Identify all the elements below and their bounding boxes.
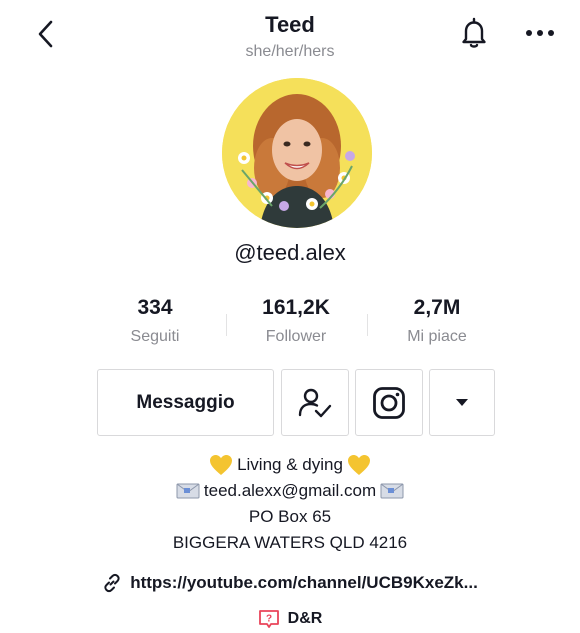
stat-divider (226, 314, 227, 336)
suggested-accounts-button[interactable] (429, 369, 495, 436)
profile-stats: 334 Seguiti 161,2K Follower 2,7M Mi piac… (0, 296, 580, 356)
instagram-button[interactable] (355, 369, 423, 436)
yellow-heart-icon (347, 455, 370, 475)
bio-address-line: BIGGERA WATERS QLD 4216 (172, 533, 408, 552)
message-button[interactable]: Messaggio (97, 369, 274, 436)
qna-label: D&R (287, 610, 323, 627)
bio-email[interactable]: teed.alexx@gmail.com (204, 478, 376, 504)
svg-text:?: ? (266, 614, 272, 625)
stat-following-count: 334 (137, 296, 173, 319)
profile-pronouns: she/her/hers (245, 43, 335, 60)
stat-likes-label: Mi piace (407, 328, 467, 345)
envelope-icon (176, 483, 200, 499)
qna-button[interactable]: ? D&R (0, 609, 580, 629)
instagram-icon (373, 386, 405, 419)
stat-followers[interactable]: 161,2K Follower (231, 296, 361, 346)
stat-followers-label: Follower (265, 328, 327, 345)
user-check-icon (298, 388, 332, 417)
envelope-icon (380, 483, 404, 499)
stat-followers-count: 161,2K (262, 296, 330, 319)
more-options-button[interactable] (520, 18, 560, 48)
profile-link[interactable]: https://youtube.com/channel/UCB9KxeZk... (0, 573, 580, 593)
stat-likes-count: 2,7M (413, 296, 461, 319)
bell-icon (462, 17, 486, 48)
question-box-icon: ? (258, 610, 279, 628)
profile-title: Teed (265, 12, 315, 37)
profile-link-text: https://youtube.com/channel/UCB9KxeZk... (130, 573, 478, 592)
following-status-button[interactable] (281, 369, 349, 436)
bio-line: teed.alexx@gmail.com (0, 478, 580, 504)
stat-following-label: Seguiti (130, 328, 180, 345)
avatar[interactable] (222, 78, 372, 228)
stat-following[interactable]: 334 Seguiti (90, 296, 220, 346)
caret-down-icon (456, 399, 468, 406)
stat-likes[interactable]: 2,7M Mi piace (372, 296, 502, 346)
more-horizontal-icon (526, 30, 554, 36)
top-bar: Teed she/her/hers (0, 0, 580, 70)
avatar-image (222, 78, 372, 228)
bio-line: Living & dying (0, 452, 580, 478)
bio-text: Living & dying (237, 455, 343, 474)
link-icon (104, 573, 120, 593)
profile-actions: Messaggio (0, 369, 580, 437)
profile-username: @teed.alex (234, 240, 346, 265)
bio-address-line: PO Box 65 (248, 507, 332, 526)
notifications-button[interactable] (456, 14, 492, 52)
profile-bio: Living & dying teed.alexx@gmail.com PO B… (0, 452, 580, 556)
stat-divider (367, 314, 368, 336)
yellow-heart-icon (210, 455, 233, 475)
